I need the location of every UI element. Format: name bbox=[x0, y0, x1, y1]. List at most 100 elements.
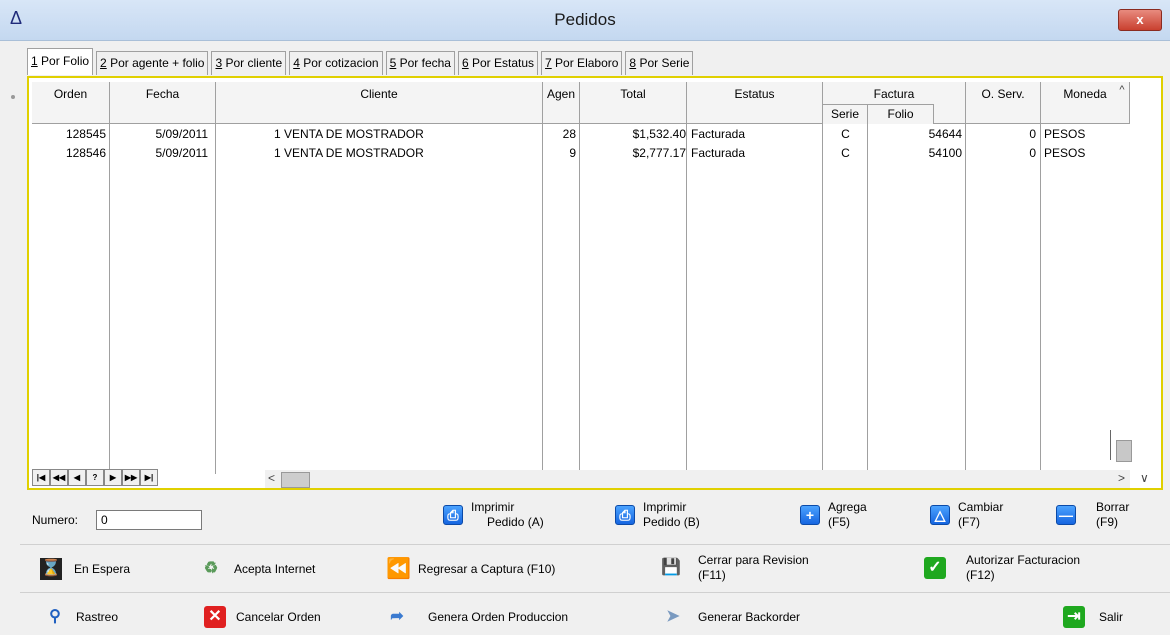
cell-total: $2,777.17 bbox=[632, 146, 686, 160]
cell-folio: 54100 bbox=[928, 146, 962, 160]
cancelar-orden-button[interactable]: ✕ Cancelar Orden bbox=[204, 606, 321, 628]
tab-por-agente-folio[interactable]: 2 Por agente + folio bbox=[96, 51, 209, 75]
prev-record-button[interactable]: ◀ bbox=[68, 469, 86, 486]
next-record-button[interactable]: ▶ bbox=[104, 469, 122, 486]
column-divider bbox=[867, 124, 868, 474]
first-record-button[interactable]: |◀ bbox=[32, 469, 50, 486]
tab-por-folio[interactable]: 1 Por Folio bbox=[27, 48, 94, 75]
column-divider bbox=[965, 124, 966, 474]
col-header-serie[interactable]: Serie bbox=[823, 104, 868, 124]
tab-por-cotizacion[interactable]: 4 Por cotizacion bbox=[289, 51, 383, 75]
cell-agen: 28 bbox=[562, 127, 576, 141]
close-icon: ✕ bbox=[204, 606, 226, 628]
column-divider bbox=[686, 124, 687, 474]
column-divider bbox=[215, 124, 216, 474]
horizontal-scrollbar-thumb[interactable] bbox=[281, 472, 310, 488]
redo-arrow-icon: ➦ bbox=[390, 608, 404, 625]
genera-orden-produccion-button[interactable]: ➦ Genera Orden Produccion bbox=[386, 606, 568, 628]
divider bbox=[20, 544, 1170, 545]
rewind-icon: ⏪ bbox=[386, 558, 411, 580]
save-icon: 💾 bbox=[661, 559, 681, 576]
numero-input[interactable] bbox=[96, 510, 202, 530]
globe-icon: ♻ bbox=[203, 560, 219, 577]
cell-estatus: Facturada bbox=[691, 146, 746, 160]
tab-por-serie[interactable]: 8 Por Serie bbox=[625, 51, 694, 75]
numero-label: Numero: bbox=[32, 513, 79, 527]
window-title: Pedidos bbox=[554, 10, 616, 29]
agregar-button[interactable]: + Agrega (F5) bbox=[800, 500, 867, 530]
hourglass-icon: ⌛ bbox=[40, 558, 62, 580]
plus-icon: + bbox=[800, 505, 820, 525]
prev-page-button[interactable]: ◀◀ bbox=[50, 469, 68, 486]
col-header-estatus[interactable]: Estatus bbox=[687, 82, 823, 124]
tab-por-estatus[interactable]: 6 Por Estatus bbox=[457, 51, 539, 75]
cell-fecha: 5/09/2011 bbox=[155, 146, 209, 160]
regresar-captura-button[interactable]: ⏪ Regresar a Captura (F10) bbox=[386, 558, 555, 580]
column-divider bbox=[109, 124, 110, 474]
record-navigator: |◀ ◀◀ ◀ ? ▶ ▶▶ ▶| bbox=[32, 469, 158, 489]
divider bbox=[20, 592, 1170, 593]
horizontal-scrollbar[interactable] bbox=[265, 470, 1130, 488]
cell-orden: 128545 bbox=[65, 127, 106, 141]
column-divider bbox=[579, 124, 580, 474]
splitter-line bbox=[1110, 430, 1111, 460]
imprimir-pedido-b-button[interactable]: ⎙ Imprimir Pedido (B) bbox=[615, 500, 700, 530]
cell-orden: 128546 bbox=[65, 146, 106, 160]
col-header-oserv[interactable]: O. Serv. bbox=[966, 82, 1041, 124]
cell-serie: C bbox=[841, 146, 850, 160]
cell-estatus: Facturada bbox=[691, 127, 746, 141]
cell-agen: 9 bbox=[569, 146, 576, 160]
cell-cliente: 1 VENTA DE MOSTRADOR bbox=[274, 146, 424, 160]
col-header-folio[interactable]: Folio bbox=[868, 104, 934, 124]
title-bar: Δ Pedidos x bbox=[0, 0, 1170, 41]
printer-icon: ⎙ bbox=[443, 505, 463, 525]
imprimir-pedido-a-button[interactable]: ⎙ Imprimir Pedido (A) bbox=[443, 500, 544, 530]
scroll-right-arrow[interactable]: > bbox=[1118, 471, 1125, 485]
column-divider bbox=[822, 124, 823, 474]
scroll-down-arrow[interactable]: ∨ bbox=[1140, 471, 1149, 485]
cambiar-button[interactable]: △ Cambiar (F7) bbox=[930, 500, 1003, 530]
vertical-scrollbar-thumb[interactable] bbox=[1116, 440, 1132, 462]
cell-moneda: PESOS bbox=[1044, 146, 1086, 160]
magnifier-icon: ⚲ bbox=[49, 608, 61, 625]
cell-folio: 54644 bbox=[928, 127, 962, 141]
triangle-up-icon: △ bbox=[930, 505, 950, 525]
cell-oserv: 0 bbox=[1029, 146, 1036, 160]
cerrar-revision-button[interactable]: 💾 Cerrar para Revision (F11) bbox=[660, 553, 809, 583]
cell-total: $1,532.40 bbox=[632, 127, 686, 141]
orders-grid[interactable]: Orden Fecha Cliente Agen Total Estatus F… bbox=[32, 82, 1130, 474]
col-header-agen[interactable]: Agen bbox=[543, 82, 580, 124]
borrar-button[interactable]: — Borrar (F9) bbox=[1056, 500, 1129, 530]
tab-por-fecha[interactable]: 5 Por fecha bbox=[385, 51, 455, 75]
generar-backorder-button[interactable]: ➤ Generar Backorder bbox=[662, 606, 800, 628]
column-divider bbox=[542, 124, 543, 474]
wrench-icon: ➤ bbox=[666, 608, 680, 625]
cell-cliente: 1 VENTA DE MOSTRADOR bbox=[274, 127, 424, 141]
column-divider bbox=[1040, 124, 1041, 474]
cell-fecha: 5/09/2011 bbox=[155, 127, 209, 141]
col-header-fecha[interactable]: Fecha bbox=[110, 82, 216, 124]
en-espera-button[interactable]: ⌛ En Espera bbox=[40, 558, 130, 580]
scroll-up-arrow[interactable]: ^ bbox=[1114, 84, 1130, 104]
exit-icon: ⇥ bbox=[1063, 606, 1085, 628]
next-page-button[interactable]: ▶▶ bbox=[122, 469, 140, 486]
close-button[interactable]: x bbox=[1118, 9, 1162, 31]
col-header-orden[interactable]: Orden bbox=[32, 82, 110, 124]
side-marker bbox=[11, 95, 15, 99]
salir-button[interactable]: ⇥ Salir bbox=[1063, 606, 1123, 628]
acepta-internet-button[interactable]: ♻ Acepta Internet bbox=[200, 558, 316, 580]
cell-oserv: 0 bbox=[1029, 127, 1036, 141]
rastreo-button[interactable]: ⚲ Rastreo bbox=[44, 606, 118, 628]
last-record-button[interactable]: ▶| bbox=[140, 469, 158, 486]
printer-icon: ⎙ bbox=[615, 505, 635, 525]
tab-por-cliente[interactable]: 3 Por cliente bbox=[211, 51, 287, 75]
tab-por-elaboro[interactable]: 7 Por Elaboro bbox=[541, 51, 623, 75]
check-icon: ✓ bbox=[924, 557, 946, 579]
col-header-cliente[interactable]: Cliente bbox=[216, 82, 543, 124]
scroll-left-arrow[interactable]: < bbox=[268, 471, 275, 485]
cell-moneda: PESOS bbox=[1044, 127, 1086, 141]
autorizar-facturacion-button[interactable]: ✓ Autorizar Facturacion (F12) bbox=[924, 553, 1080, 583]
search-record-button[interactable]: ? bbox=[86, 469, 104, 486]
minus-icon: — bbox=[1056, 505, 1076, 525]
col-header-total[interactable]: Total bbox=[580, 82, 687, 124]
